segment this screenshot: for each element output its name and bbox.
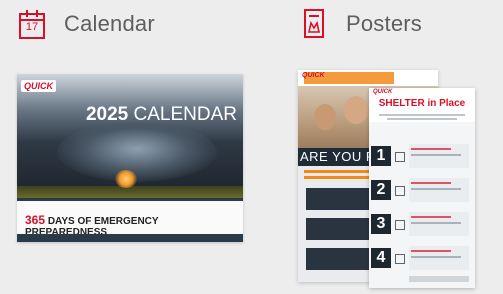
step-number: 2 [371, 180, 391, 200]
posters-label[interactable]: Posters [346, 11, 422, 37]
poster-row [306, 188, 374, 210]
poster-row [306, 218, 374, 240]
footer-number: 365 [25, 213, 46, 227]
quick-logo: QUICK [21, 80, 56, 92]
calendar-header[interactable]: 17 Calendar [18, 6, 155, 42]
calendar-thumbnail[interactable]: QUICK 2025 CALENDAR 365 DAYS OF EMERGENC… [17, 74, 243, 242]
fan-icon [395, 152, 405, 162]
poster-icon [300, 8, 328, 40]
calendar-icon-day: 17 [25, 21, 39, 33]
arrows-icon [395, 254, 405, 264]
calendar-label[interactable]: Calendar [64, 11, 155, 37]
ground [17, 186, 243, 198]
poster-front-thumbnail[interactable]: QUICK SHELTER in Place 1 2 3 4 [369, 88, 475, 288]
calendar-title-word: CALENDAR [133, 104, 237, 125]
window-icon [395, 186, 405, 196]
posters-header[interactable]: Posters [300, 6, 422, 42]
calendar-title: 2025 CALENDAR [86, 104, 237, 126]
storm-cloud [57, 122, 217, 182]
poster-row [306, 248, 374, 270]
step-number: 1 [371, 146, 391, 166]
calendar-year: 2025 [85, 104, 129, 125]
poster-footer [409, 276, 469, 282]
quick-logo: QUICK [373, 89, 393, 95]
clipboard-icon [395, 220, 405, 230]
storm-glow [115, 170, 137, 188]
shelter-title: SHELTER in Place [378, 98, 466, 109]
calendar-icon: 17 [18, 8, 46, 40]
step-number: 4 [371, 248, 391, 268]
footer-stripe [17, 234, 243, 242]
quick-logo: QUICK [302, 72, 325, 79]
step-number: 3 [371, 214, 391, 234]
